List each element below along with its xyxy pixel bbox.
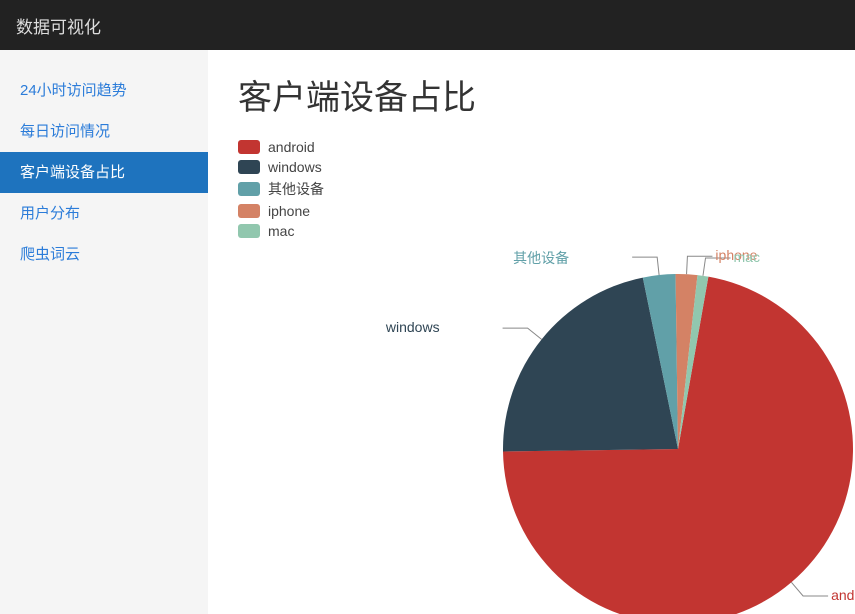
legend-swatch-icon: [238, 160, 260, 174]
chart-area: androidwindows其他设备iphonemac: [238, 249, 818, 599]
legend-swatch-icon: [238, 224, 260, 238]
legend-swatch-icon: [238, 204, 260, 218]
legend-item-mac[interactable]: mac: [238, 223, 825, 239]
sidebar-item-2[interactable]: 客户端设备占比: [0, 152, 208, 193]
legend-label: 其他设备: [268, 179, 324, 199]
legend: android windows 其他设备 iphone mac: [238, 139, 825, 239]
legend-item-android[interactable]: android: [238, 139, 825, 155]
sidebar-item-3[interactable]: 用户分布: [0, 193, 208, 234]
legend-item-windows[interactable]: windows: [238, 159, 825, 175]
sidebar-item-4[interactable]: 爬虫词云: [0, 234, 208, 275]
pie-chart: [498, 269, 855, 614]
legend-label: mac: [268, 223, 294, 239]
sidebar-item-0[interactable]: 24小时访问趋势: [0, 70, 208, 111]
app-title: 数据可视化: [16, 13, 101, 38]
main-content: 客户端设备占比 android windows 其他设备 iphone mac andr…: [208, 50, 855, 614]
slice-label-windows: windows: [386, 319, 440, 335]
slice-label-android: android: [831, 587, 855, 603]
page-title: 客户端设备占比: [238, 70, 825, 119]
legend-swatch-icon: [238, 182, 260, 196]
legend-swatch-icon: [238, 140, 260, 154]
sidebar: 24小时访问趋势每日访问情况客户端设备占比用户分布爬虫词云: [0, 50, 208, 614]
legend-label: windows: [268, 159, 322, 175]
legend-item-iphone[interactable]: iphone: [238, 203, 825, 219]
slice-label-其他设备: 其他设备: [513, 248, 569, 268]
sidebar-item-1[interactable]: 每日访问情况: [0, 111, 208, 152]
slice-label-mac: mac: [734, 249, 760, 265]
app-header: 数据可视化: [0, 0, 855, 50]
legend-label: iphone: [268, 203, 310, 219]
legend-item-其他设备[interactable]: 其他设备: [238, 179, 825, 199]
legend-label: android: [268, 139, 315, 155]
